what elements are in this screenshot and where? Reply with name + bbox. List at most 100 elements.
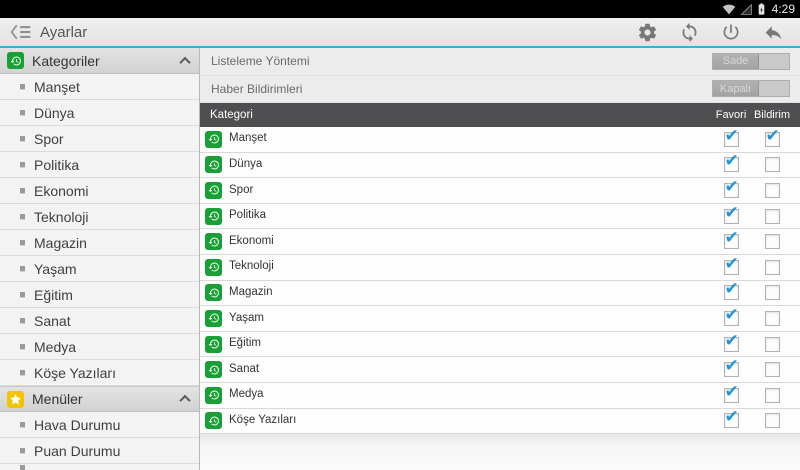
bullet-icon (20, 240, 25, 245)
table-row: Sanat (200, 356, 800, 383)
favorite-checkbox[interactable] (723, 305, 739, 326)
history-icon (205, 335, 222, 353)
favorite-checkbox[interactable] (723, 407, 739, 429)
sidebar-item-label: Köşe Yazıları (34, 364, 116, 381)
table-row: Eğitim (200, 331, 800, 358)
preference-label: Listeleme Yöntemi (211, 54, 310, 69)
history-icon (205, 386, 222, 404)
favorite-checkbox[interactable] (723, 203, 739, 224)
bullet-icon (20, 318, 25, 323)
preference-switch[interactable]: Sade (712, 52, 790, 70)
notification-checkbox[interactable] (764, 285, 780, 301)
sidebar-item[interactable]: Puan Durumu (0, 438, 199, 464)
notification-checkbox[interactable] (764, 336, 780, 352)
notification-checkbox[interactable] (764, 208, 780, 224)
favorite-checkbox[interactable] (723, 228, 739, 250)
bullet-icon (20, 188, 25, 193)
favorite-checkbox[interactable] (723, 279, 739, 301)
notification-checkbox[interactable] (764, 234, 780, 250)
category-label: Dünya (229, 157, 263, 170)
sidebar-item[interactable]: Medya (0, 334, 199, 360)
sidebar-item-label: Yaşam (34, 260, 77, 277)
sidebar-item[interactable]: Yaşam (0, 256, 199, 282)
table-row: Yaşam (200, 305, 800, 332)
up-button[interactable]: Ayarlar (4, 18, 93, 46)
table-row: Spor (200, 177, 800, 204)
sidebar-item[interactable]: Spor (0, 126, 199, 152)
preference-switch[interactable]: Kapalı (712, 80, 790, 98)
category-label: Spor (229, 183, 254, 196)
action-bar-buttons (626, 18, 794, 46)
notification-checkbox[interactable] (764, 362, 780, 378)
favorite-checkbox[interactable] (723, 331, 739, 352)
category-table: Manşet Dünya Spor Politika (200, 126, 800, 435)
sidebar-item-label: Dünya (34, 104, 75, 121)
history-icon (205, 181, 222, 199)
sidebar-item[interactable]: Teknoloji (0, 204, 199, 230)
notification-checkbox[interactable] (764, 413, 780, 429)
sidebar-item[interactable]: Sanat (0, 308, 199, 334)
preference-row: Listeleme Yöntemi Sade (200, 48, 800, 76)
category-label: Politika (229, 209, 267, 222)
notification-checkbox[interactable] (764, 259, 780, 275)
table-row: Dünya (200, 151, 800, 179)
sidebar-item[interactable]: Magazin (0, 230, 199, 256)
notification-checkbox[interactable] (764, 310, 780, 326)
sidebar-item[interactable]: Hava Durumu (0, 412, 199, 438)
list-end-area (200, 434, 800, 470)
switch-track (759, 81, 789, 97)
status-bar: 4:29 (0, 0, 800, 18)
sidebar-section-menuler[interactable]: Menüler (0, 386, 199, 412)
notification-checkbox[interactable] (764, 182, 780, 198)
app-screen: 4:29 Ayarlar Kategoriler Manşet Dünya Sp… (0, 0, 800, 470)
settings-list: Listeleme Yöntemi Sade Haber Bildirimler… (200, 48, 800, 103)
settings-button[interactable] (626, 18, 668, 46)
sidebar-item-label: Sanat (34, 312, 71, 329)
category-label: Yaşam (229, 311, 264, 324)
notification-checkbox[interactable] (764, 387, 780, 403)
bullet-icon (20, 136, 25, 141)
sidebar-item[interactable]: Dünya (0, 100, 199, 126)
power-button[interactable] (710, 18, 752, 46)
bullet-icon (20, 214, 25, 219)
notification-checkbox[interactable] (764, 157, 780, 173)
history-icon (205, 284, 222, 302)
back-button[interactable] (752, 18, 794, 46)
sidebar-item-label: Ekonomi (34, 182, 89, 199)
wifi-icon (722, 4, 735, 14)
sidebar-item[interactable]: Manşet (0, 74, 199, 100)
table-row: Medya (200, 382, 800, 409)
favorite-checkbox[interactable] (723, 126, 739, 147)
favorite-checkbox[interactable] (723, 151, 739, 173)
history-icon (205, 130, 222, 148)
sidebar-item-label: Manşet (34, 78, 80, 95)
favorite-checkbox[interactable] (723, 356, 739, 378)
sidebar-item-label: Teknoloji (34, 208, 89, 225)
favorite-checkbox[interactable] (723, 254, 739, 275)
sidebar-section-kategoriler[interactable]: Kategoriler (0, 48, 199, 74)
sidebar-item[interactable]: Ekonomi (0, 178, 199, 204)
history-icon (205, 207, 222, 225)
refresh-icon (682, 22, 696, 42)
notification-checkbox[interactable] (764, 126, 780, 147)
history-icon (205, 156, 222, 174)
sidebar-item-partial[interactable] (0, 464, 199, 470)
favorite-checkbox[interactable] (723, 382, 739, 403)
history-icon (205, 309, 222, 327)
bullet-icon (20, 370, 25, 375)
bullet-icon (20, 422, 25, 427)
chevron-up-icon (179, 56, 191, 68)
switch-track (759, 53, 789, 69)
sidebar-item[interactable]: Köşe Yazıları (0, 360, 199, 386)
drawer-up-icon (10, 24, 31, 40)
sidebar: Kategoriler Manşet Dünya Spor Politika E… (0, 48, 200, 470)
table-row: Teknoloji (200, 254, 800, 281)
table-row: Ekonomi (200, 228, 800, 255)
favorite-checkbox[interactable] (723, 177, 739, 198)
sidebar-item[interactable]: Politika (0, 152, 199, 178)
refresh-button[interactable] (668, 18, 710, 46)
sidebar-item[interactable]: Eğitim (0, 282, 199, 308)
signal-triangle-icon (740, 3, 752, 15)
sidebar-item-label: Eğitim (34, 286, 73, 303)
clock: 4:29 (771, 2, 795, 16)
